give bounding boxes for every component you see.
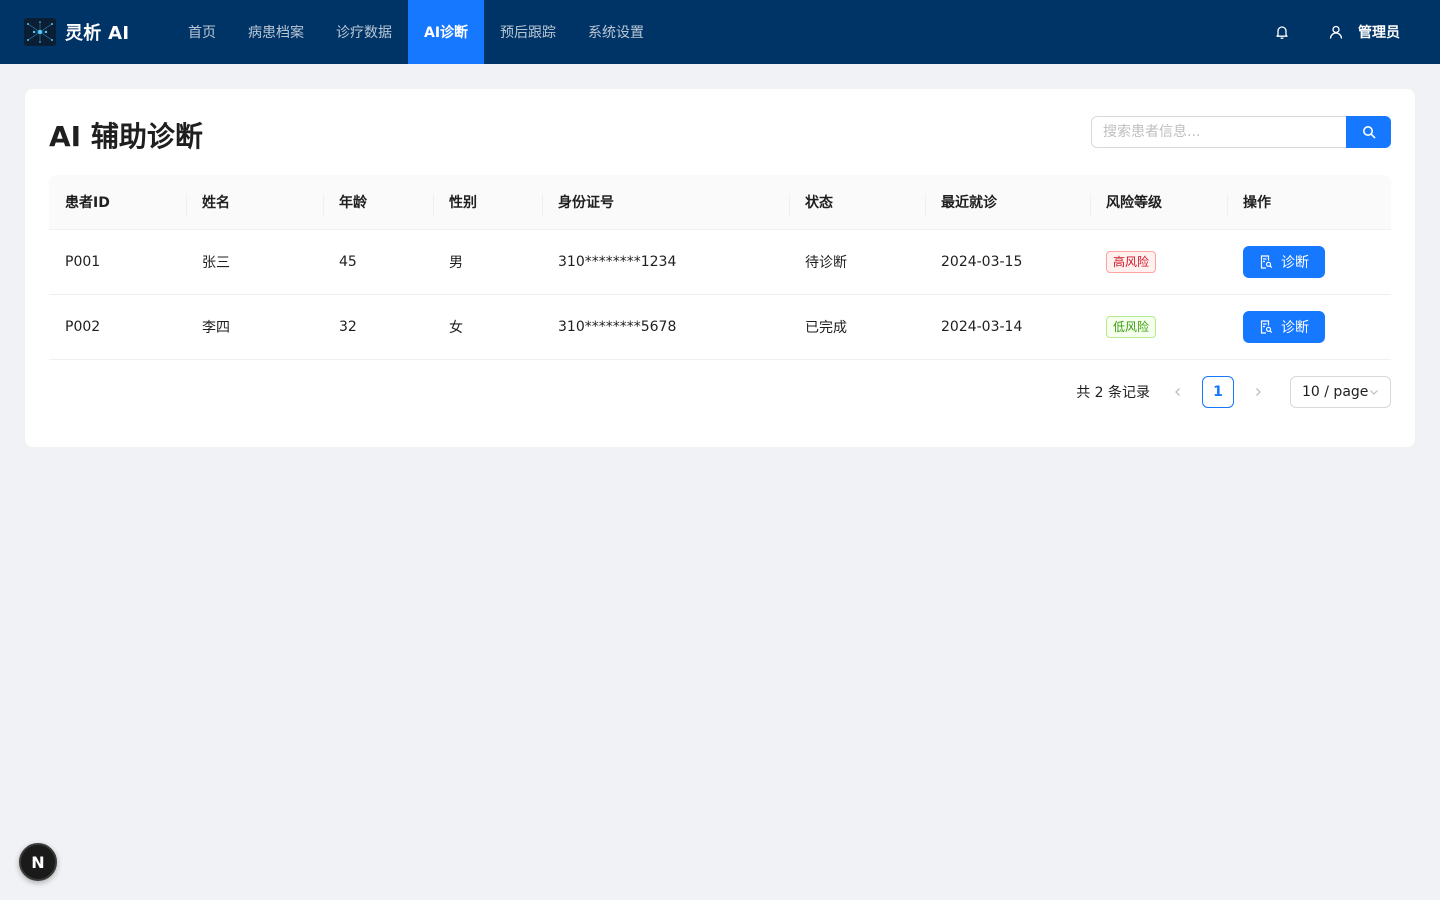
nav-item-system-settings[interactable]: 系统设置 (572, 0, 660, 64)
diagnose-button-label: 诊断 (1281, 255, 1309, 271)
file-search-icon (1259, 320, 1273, 334)
cell-status: 已完成 (805, 320, 847, 336)
column-header: 性别 (433, 175, 542, 230)
cell-risk: 低风险 (1090, 295, 1227, 360)
column-header: 操作 (1227, 175, 1391, 230)
diagnosis-card: AI 辅助诊断 患者ID 姓名 年龄 性别 身份证号 状态 最近就诊 风险等级 … (25, 89, 1415, 447)
risk-badge: 高风险 (1106, 251, 1157, 273)
page-size-value: 10 / page (1302, 384, 1369, 400)
pagination: 共 2 条记录 1 10 / page (1076, 376, 1391, 408)
search-bar (1091, 116, 1391, 148)
cell-id-card: 310********1234 (558, 254, 677, 270)
diagnose-button-label: 诊断 (1281, 320, 1309, 336)
search-input[interactable] (1091, 116, 1346, 148)
file-search-icon (1259, 255, 1273, 269)
prev-page-button[interactable] (1162, 376, 1194, 408)
top-navbar: 灵析 AI 首页 病患档案 诊疗数据 AI诊断 预后跟踪 系统设置 管理员 (0, 0, 1440, 64)
cell-last-visit: 2024-03-15 (941, 254, 1023, 270)
bell-icon[interactable] (1274, 24, 1290, 40)
column-header: 姓名 (186, 175, 323, 230)
cell-patient-id: P001 (65, 254, 101, 270)
dev-tools-button[interactable]: N (19, 843, 57, 881)
risk-badge: 低风险 (1106, 316, 1157, 338)
column-header: 风险等级 (1090, 175, 1227, 230)
cell-patient-id: P002 (65, 319, 101, 335)
page-title: AI 辅助诊断 (49, 120, 203, 153)
column-header: 年龄 (323, 175, 433, 230)
column-header: 患者ID (65, 195, 110, 211)
cell-action: 诊断 (1227, 230, 1391, 295)
cell-status: 待诊断 (805, 255, 847, 271)
next-page-button[interactable] (1242, 376, 1274, 408)
column-header: 状态 (789, 175, 925, 230)
cell-id-card: 310********5678 (558, 319, 677, 335)
cell-action: 诊断 (1227, 295, 1391, 360)
search-button[interactable] (1346, 116, 1391, 148)
cell-name: 李四 (202, 320, 230, 336)
cell-risk: 高风险 (1090, 230, 1227, 295)
cell-age: 32 (339, 319, 357, 335)
cell-gender: 男 (449, 255, 463, 271)
page-number[interactable]: 1 (1202, 376, 1234, 408)
column-header: 最近就诊 (925, 175, 1090, 230)
page-size-select[interactable]: 10 / page (1290, 376, 1391, 408)
diagnose-button[interactable]: 诊断 (1243, 311, 1325, 343)
brand[interactable]: 灵析 AI (24, 18, 164, 46)
main-nav: 首页 病患档案 诊疗数据 AI诊断 预后跟踪 系统设置 (172, 0, 660, 64)
patient-table: 患者ID 姓名 年龄 性别 身份证号 状态 最近就诊 风险等级 操作 P001 … (49, 175, 1391, 360)
table-header: 患者ID 姓名 年龄 性别 身份证号 状态 最近就诊 风险等级 操作 (49, 175, 1391, 230)
search-icon (1362, 125, 1376, 139)
brand-name: 灵析 AI (65, 23, 130, 44)
column-header: 身份证号 (542, 175, 789, 230)
cell-name: 张三 (202, 255, 230, 271)
header-right: 管理员 (1274, 0, 1400, 64)
nav-item-prognosis-tracking[interactable]: 预后跟踪 (484, 0, 572, 64)
nav-item-home[interactable]: 首页 (172, 0, 232, 64)
chevron-down-icon (1369, 387, 1379, 397)
cell-gender: 女 (449, 320, 463, 336)
table-row[interactable]: P002 李四 32 女 310********5678 已完成 2024-03… (49, 295, 1391, 360)
network-logo-icon (24, 18, 56, 46)
user-menu[interactable]: 管理员 (1328, 22, 1400, 42)
nav-item-patient-records[interactable]: 病患档案 (232, 0, 320, 64)
total-count: 共 2 条记录 (1076, 385, 1150, 401)
chevron-left-icon (1173, 387, 1183, 397)
user-icon (1328, 24, 1344, 40)
cell-last-visit: 2024-03-14 (941, 319, 1023, 335)
nav-item-ai-diagnosis[interactable]: AI诊断 (408, 0, 485, 64)
nav-item-clinical-data[interactable]: 诊疗数据 (320, 0, 408, 64)
cell-age: 45 (339, 254, 357, 270)
diagnose-button[interactable]: 诊断 (1243, 246, 1325, 278)
chevron-right-icon (1253, 387, 1263, 397)
table-row[interactable]: P001 张三 45 男 310********1234 待诊断 2024-03… (49, 230, 1391, 295)
user-name: 管理员 (1358, 25, 1400, 41)
